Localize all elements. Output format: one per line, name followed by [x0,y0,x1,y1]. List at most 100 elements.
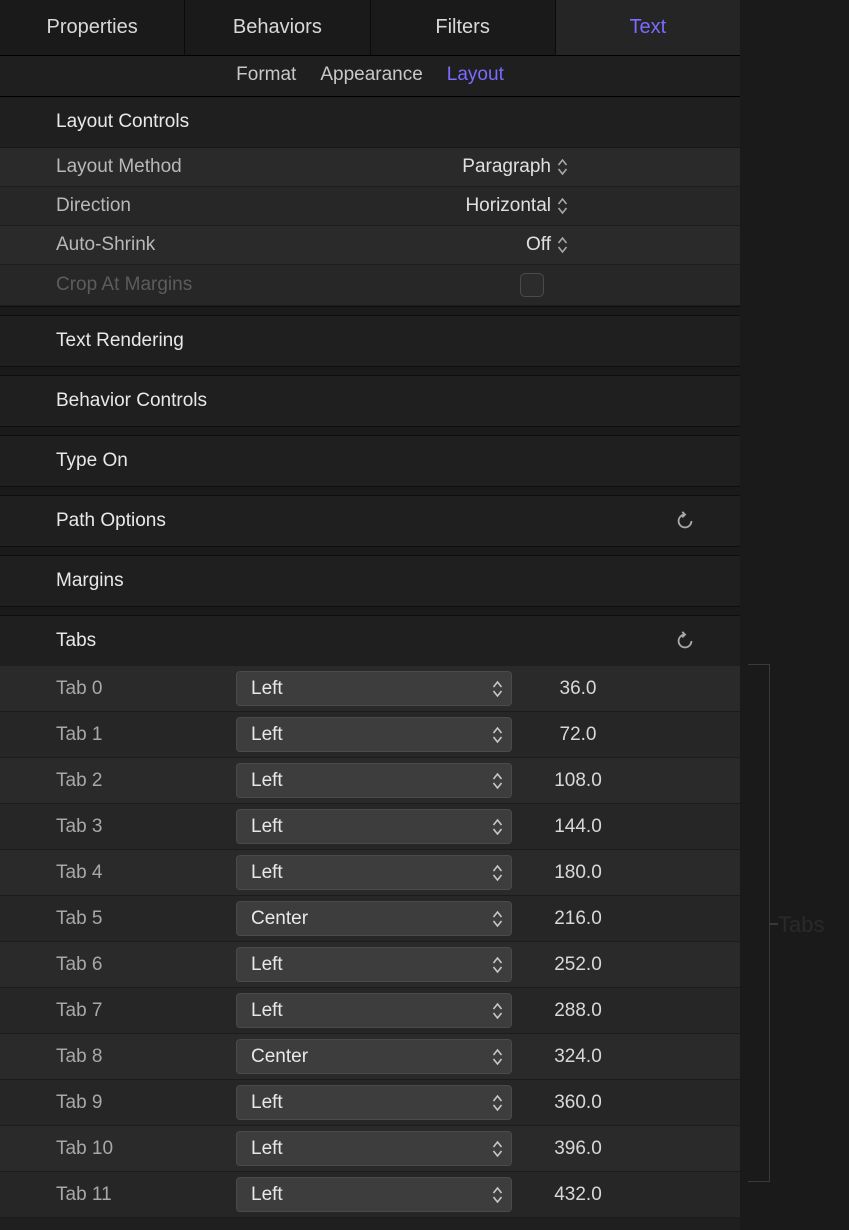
tab-position-value[interactable]: 396.0 [512,1138,740,1160]
tab-position-value[interactable]: 432.0 [512,1184,740,1206]
annotation-label: Tabs [778,912,824,938]
tab-row: Tab 10Left396.0 [0,1126,740,1172]
tab-label: Tab 6 [56,954,236,976]
section-layout-controls[interactable]: Layout Controls [0,97,740,148]
tab-align-select[interactable]: Left [236,717,512,752]
tab-align-select[interactable]: Left [236,1085,512,1120]
tab-align-value: Left [251,1092,283,1114]
tab-align-value: Left [251,678,283,700]
tab-align-value: Left [251,954,283,976]
tab-label: Tab 8 [56,1046,236,1068]
stepper-icon [492,1140,503,1158]
tab-label: Tab 9 [56,1092,236,1114]
layout-method-value: Paragraph [462,156,551,178]
section-type-on[interactable]: Type On [0,436,740,486]
stepper-icon [557,236,568,254]
section-title: Tabs [56,630,96,652]
row-auto-shrink: Auto-Shrink Off [0,226,740,265]
tab-row: Tab 1Left72.0 [0,712,740,758]
tab-align-value: Left [251,1138,283,1160]
tab-align-select[interactable]: Center [236,1039,512,1074]
stepper-icon [492,1186,503,1204]
tab-label: Tab 1 [56,724,236,746]
tab-position-value[interactable]: 216.0 [512,908,740,930]
tab-label: Tab 3 [56,816,236,838]
divider [0,306,740,316]
reset-icon[interactable] [674,510,696,532]
value-direction[interactable]: Horizontal [236,195,740,217]
tab-position-value[interactable]: 144.0 [512,816,740,838]
tab-align-select[interactable]: Left [236,855,512,890]
tab-position-value[interactable]: 108.0 [512,770,740,792]
divider [0,426,740,436]
stepper-icon [492,726,503,744]
tab-row: Tab 8Center324.0 [0,1034,740,1080]
tab-label: Tab 2 [56,770,236,792]
label-direction: Direction [56,195,236,217]
tab-align-select[interactable]: Left [236,947,512,982]
stepper-icon [492,772,503,790]
crop-at-margins-checkbox[interactable] [520,273,544,297]
bracket-line [748,664,770,1182]
divider [0,606,740,616]
section-title: Type On [56,450,128,472]
value-layout-method[interactable]: Paragraph [236,156,740,178]
value-auto-shrink[interactable]: Off [236,234,740,256]
tab-align-select[interactable]: Left [236,1177,512,1212]
tab-align-value: Left [251,1184,283,1206]
row-layout-method: Layout Method Paragraph [0,148,740,187]
tab-position-value[interactable]: 324.0 [512,1046,740,1068]
reset-icon[interactable] [674,630,696,652]
tab-row: Tab 5Center216.0 [0,896,740,942]
tab-row: Tab 7Left288.0 [0,988,740,1034]
tab-align-select[interactable]: Left [236,1131,512,1166]
tab-align-value: Left [251,770,283,792]
tab-align-select[interactable]: Left [236,763,512,798]
bracket-tick [770,923,778,925]
tab-row: Tab 4 Left 180.0 [0,850,740,896]
stepper-icon [492,680,503,698]
section-behavior-controls[interactable]: Behavior Controls [0,376,740,426]
tab-align-value: Left [251,862,283,884]
tab-position-value[interactable]: 288.0 [512,1000,740,1022]
section-title: Text Rendering [56,330,184,352]
stepper-icon [492,910,503,928]
tab-label: Tab 4 [56,862,236,884]
tab-row: Tab 11 Left 432.0 [0,1172,740,1218]
tab-position-value[interactable]: 72.0 [512,724,740,746]
tab-position-value[interactable]: 252.0 [512,954,740,976]
section-title: Path Options [56,510,166,532]
subtab-format[interactable]: Format [236,64,296,86]
section-tabs[interactable]: Tabs [0,616,740,666]
stepper-icon [492,1002,503,1020]
tab-filters[interactable]: Filters [371,0,556,55]
divider [0,366,740,376]
tab-behaviors[interactable]: Behaviors [185,0,370,55]
tab-label: Tab 11 [56,1184,236,1206]
tab-align-select[interactable]: Center [236,901,512,936]
tab-align-value: Left [251,816,283,838]
divider [0,546,740,556]
section-path-options[interactable]: Path Options [0,496,740,546]
tab-position-value[interactable]: 180.0 [512,862,740,884]
section-text-rendering[interactable]: Text Rendering [0,316,740,366]
tab-row: Tab 9 Left 360.0 [0,1080,740,1126]
tab-position-value[interactable]: 36.0 [512,678,740,700]
stepper-icon [492,864,503,882]
tab-label: Tab 0 [56,678,236,700]
label-layout-method: Layout Method [56,156,236,178]
tab-properties[interactable]: Properties [0,0,185,55]
value-crop-at-margins [236,273,740,297]
tab-text[interactable]: Text [556,0,740,55]
tab-position-value[interactable]: 360.0 [512,1092,740,1114]
tab-align-select[interactable]: Left [236,993,512,1028]
subtab-layout[interactable]: Layout [447,64,504,86]
direction-value: Horizontal [465,195,551,217]
label-auto-shrink: Auto-Shrink [56,234,236,256]
section-margins[interactable]: Margins [0,556,740,606]
subtab-appearance[interactable]: Appearance [320,64,422,86]
stepper-icon [492,956,503,974]
tab-align-select[interactable]: Left [236,809,512,844]
tab-align-value: Left [251,1000,283,1022]
tab-align-select[interactable]: Left [236,671,512,706]
